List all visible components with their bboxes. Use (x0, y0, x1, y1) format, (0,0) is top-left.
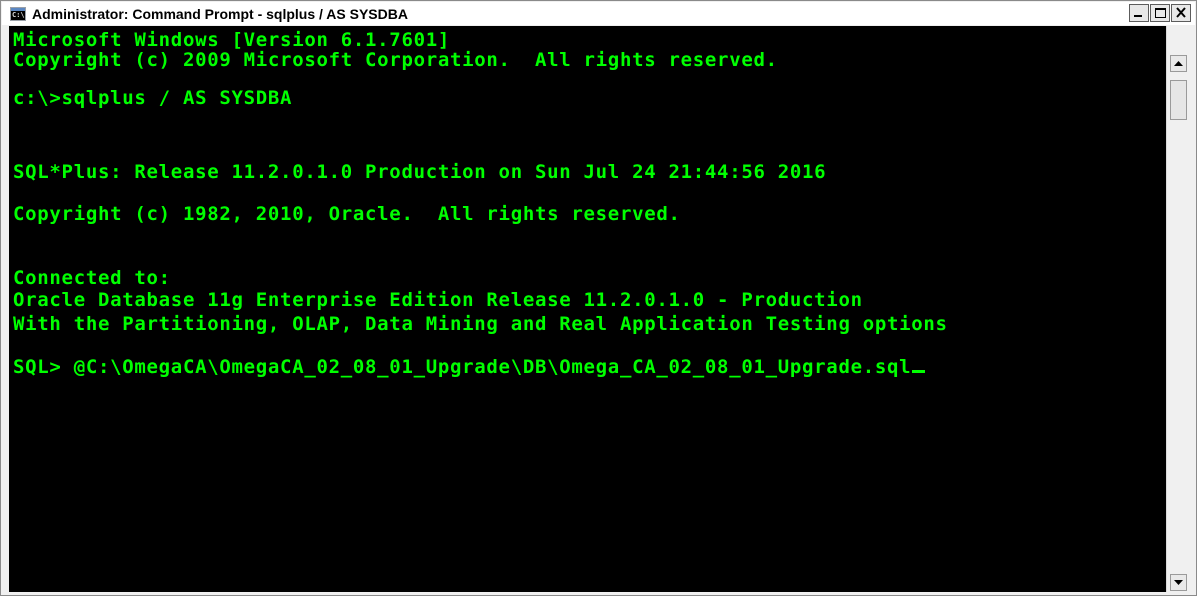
console-command: SQL> @C:\OmegaCA\OmegaCA_02_08_01_Upgrad… (13, 356, 912, 378)
console-line: Oracle Database 11g Enterprise Edition R… (13, 289, 863, 311)
command-input-line[interactable]: SQL> @C:\OmegaCA\OmegaCA_02_08_01_Upgrad… (13, 355, 926, 379)
console-line: With the Partitioning, OLAP, Data Mining… (13, 313, 948, 335)
caption-buttons (1128, 4, 1191, 22)
console-output[interactable]: Microsoft Windows [Version 6.1.7601] Cop… (9, 26, 1166, 592)
minimize-icon (1134, 15, 1142, 17)
console-line: c:\>sqlplus / AS SYSDBA (13, 87, 293, 109)
scrollbar-thumb[interactable] (1170, 80, 1187, 120)
minimize-button[interactable] (1129, 4, 1149, 22)
close-icon (1176, 7, 1186, 18)
scroll-down-button[interactable] (1170, 574, 1187, 591)
text-cursor (912, 370, 926, 373)
command-prompt-window: C:\ Administrator: Command Prompt - sqlp… (0, 0, 1197, 596)
maximize-button[interactable] (1150, 4, 1170, 22)
console-line: Copyright (c) 2009 Microsoft Corporation… (13, 49, 778, 71)
scroll-down-arrow-icon (1174, 580, 1183, 585)
maximize-icon (1155, 8, 1166, 18)
console-line: Connected to: (13, 267, 171, 289)
scroll-up-arrow-icon (1174, 61, 1183, 66)
cmd-app-icon[interactable]: C:\ (10, 6, 26, 21)
close-button[interactable] (1171, 4, 1191, 22)
console-line: Copyright (c) 1982, 2010, Oracle. All ri… (13, 203, 681, 225)
console-line: SQL*Plus: Release 11.2.0.1.0 Production … (13, 161, 827, 183)
window-title: Administrator: Command Prompt - sqlplus … (32, 5, 408, 22)
scroll-up-button[interactable] (1170, 55, 1187, 72)
vertical-scrollbar[interactable] (1166, 26, 1189, 592)
app-icon-label: C:\ (12, 10, 25, 19)
title-bar[interactable]: C:\ Administrator: Command Prompt - sqlp… (2, 2, 1195, 25)
